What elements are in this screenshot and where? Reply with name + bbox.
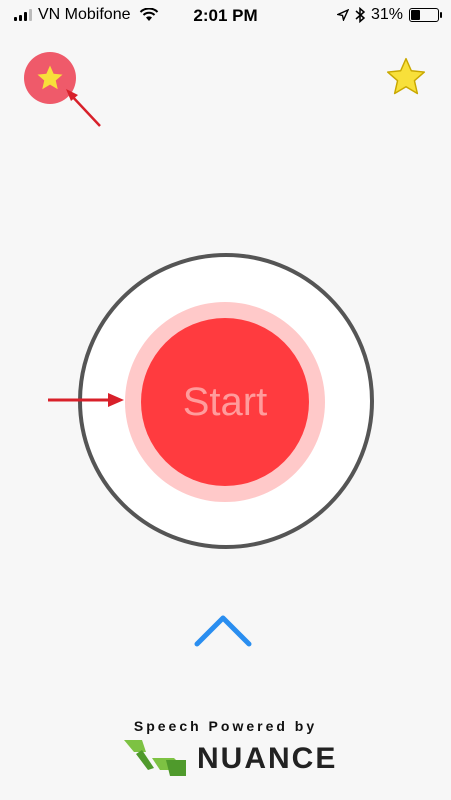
start-button[interactable]: Start — [141, 318, 309, 486]
status-bar: VN Mobifone 2:01 PM 31% — [0, 0, 451, 30]
bluetooth-icon — [355, 7, 365, 23]
battery-percent: 31% — [370, 6, 403, 23]
battery-icon — [409, 8, 442, 22]
nuance-brand: NUANCE — [197, 742, 338, 775]
star-outline-icon[interactable] — [383, 55, 429, 99]
status-right: 31% — [336, 6, 442, 24]
footer-caption: Speech Powered by — [133, 718, 318, 734]
annotation-arrow-icon — [48, 393, 124, 407]
battery-level — [411, 10, 420, 20]
annotation-arrow-icon — [66, 89, 101, 127]
star-icon — [37, 65, 63, 90]
location-icon — [336, 9, 349, 21]
chevron-up-icon[interactable] — [193, 612, 253, 648]
nuance-logo-icon — [124, 740, 186, 776]
